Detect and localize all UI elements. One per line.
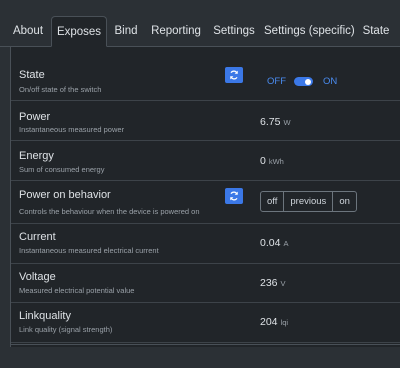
option-on-button[interactable]: on (332, 191, 357, 212)
state-toggle[interactable]: OFF ON (267, 76, 337, 87)
exposes-panel: State On/off state of the switch OFF ON … (10, 47, 400, 347)
energy-label: Energy (19, 150, 54, 162)
row-voltage: Voltage Measured electrical potential va… (11, 263, 400, 303)
refresh-icon (230, 70, 238, 80)
toggle-on-label: ON (323, 76, 338, 87)
power-on-refresh-button[interactable] (225, 188, 243, 204)
energy-description: Sum of consumed energy (19, 165, 105, 174)
current-unit: A (283, 239, 289, 248)
tab-state[interactable]: State (358, 16, 394, 46)
toggle-switch[interactable] (294, 77, 313, 86)
power-description: Instantaneous measured power (19, 125, 125, 134)
linkquality-value: 204 lqi (260, 316, 289, 328)
current-description: Instantaneous measured electrical curren… (19, 246, 159, 255)
tab-settings[interactable]: Settings (210, 16, 258, 46)
voltage-label: Voltage (19, 271, 56, 283)
power-value: 6.75 W (260, 116, 291, 128)
tab-bind[interactable]: Bind (110, 16, 142, 46)
current-label: Current (19, 231, 56, 243)
linkquality-description: Link quality (signal strength) (19, 325, 113, 334)
refresh-icon (230, 191, 238, 201)
toggle-off-label: OFF (267, 76, 286, 87)
linkquality-unit: lqi (280, 318, 289, 327)
energy-unit: kWh (268, 157, 284, 166)
row-power-on-behavior: Power on behavior Controls the behaviour… (11, 180, 400, 224)
row-state: State On/off state of the switch OFF ON (11, 47, 400, 101)
current-value: 0.04 A (260, 237, 289, 249)
tab-settings-specific[interactable]: Settings (specific) (264, 16, 355, 46)
tab-bar: About Exposes Bind Reporting Settings Se… (0, 16, 400, 47)
voltage-value: 236 V (260, 277, 286, 289)
tab-reporting[interactable]: Reporting (148, 16, 204, 46)
top-strip (0, 0, 400, 16)
state-label: State (19, 69, 45, 81)
panel-bottom-divider (10, 344, 400, 345)
power-on-behavior-description: Controls the behaviour when the device i… (19, 207, 200, 216)
voltage-unit: V (280, 279, 286, 288)
power-label: Power (19, 111, 51, 123)
option-previous-button[interactable]: previous (283, 191, 334, 212)
row-linkquality: Linkquality Link quality (signal strengt… (11, 302, 400, 343)
row-current: Current Instantaneous measured electrica… (11, 223, 400, 264)
state-refresh-button[interactable] (225, 67, 243, 83)
linkquality-label: Linkquality (19, 310, 71, 322)
tab-exposes[interactable]: Exposes (51, 16, 107, 47)
energy-value: 0 kWh (260, 155, 284, 167)
tab-about[interactable]: About (8, 16, 48, 46)
voltage-description: Measured electrical potential value (19, 286, 135, 295)
row-power: Power Instantaneous measured power 6.75 W (11, 100, 400, 141)
state-description: On/off state of the switch (19, 85, 102, 94)
power-on-behavior-options: off previous on (260, 191, 357, 212)
row-energy: Energy Sum of consumed energy 0 kWh (11, 140, 400, 181)
power-unit: W (283, 118, 291, 127)
option-off-button[interactable]: off (260, 191, 285, 212)
power-on-behavior-label: Power on behavior (19, 189, 111, 201)
